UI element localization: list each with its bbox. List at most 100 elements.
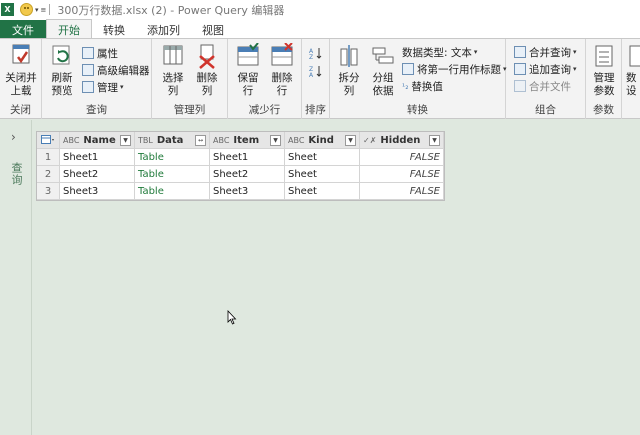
text-type-icon[interactable]: ABC — [213, 136, 229, 145]
replace-values-icon: ¹₂ — [402, 81, 409, 91]
transform-group: 拆分 列 分组 依据 数据类型: 文本 ▾ 将第一行用作标题 ▾ ¹₂ 替换值 … — [330, 39, 507, 119]
text-type-icon[interactable]: ABC — [63, 136, 79, 145]
tab-transform[interactable]: 转换 — [92, 20, 136, 39]
tab-add-column[interactable]: 添加列 — [136, 20, 191, 39]
cell-data-table-link[interactable]: Table — [135, 183, 210, 200]
column-header-label: Item — [233, 134, 260, 146]
excel-icon[interactable]: X — [1, 3, 14, 16]
grid-header-row: ABC Name ▼ TBL Data ↔ ABC Item ▼ ABC Kin… — [37, 132, 444, 149]
split-column-button[interactable]: 拆分 列 — [334, 43, 364, 98]
append-queries-button[interactable]: 追加查询 ▾ — [514, 61, 577, 77]
cell-kind[interactable]: Sheet — [285, 149, 360, 166]
cell-kind[interactable]: Sheet — [285, 183, 360, 200]
filter-dropdown-icon[interactable]: ▼ — [270, 134, 281, 146]
tab-view[interactable]: 视图 — [191, 20, 235, 39]
chevron-down-icon: ▾ — [473, 48, 478, 56]
combine-group-label: 组合 — [535, 104, 556, 116]
remove-rows-button[interactable]: 删除 行 — [267, 42, 297, 98]
close-and-load-label: 关闭并 上载 — [5, 72, 37, 97]
tab-home[interactable]: 开始 — [46, 19, 92, 39]
row-number[interactable]: 1 — [37, 149, 60, 166]
manage-parameters-label: 管理 参数 — [593, 72, 615, 97]
column-header-label: Hidden — [380, 134, 421, 146]
split-column-label: 拆分 列 — [338, 72, 360, 97]
column-header-item[interactable]: ABC Item ▼ — [210, 132, 285, 149]
table-row[interactable]: 3 Sheet3 Table Sheet3 Sheet FALSE — [37, 183, 444, 200]
sort-descending-button[interactable]: ZA — [309, 63, 323, 79]
advanced-editor-button[interactable]: 高级编辑器 — [82, 62, 150, 78]
table-row[interactable]: 1 Sheet1 Table Sheet1 Sheet FALSE — [37, 149, 444, 166]
manage-icon — [82, 81, 94, 93]
manage-parameters-button[interactable]: 管理 参数 — [589, 43, 619, 98]
cell-hidden[interactable]: FALSE — [360, 183, 444, 200]
filter-dropdown-icon[interactable]: ▼ — [345, 134, 356, 146]
smiley-feedback-icon[interactable] — [20, 3, 33, 16]
table-corner-menu[interactable] — [37, 132, 60, 149]
replace-values-button[interactable]: ¹₂ 替换值 — [402, 78, 443, 94]
first-row-header-button[interactable]: 将第一行用作标题 ▾ — [402, 61, 507, 77]
manage-button[interactable]: 管理 ▾ — [82, 79, 124, 95]
manage-columns-group-label: 管理列 — [173, 104, 206, 116]
table-row[interactable]: 2 Sheet2 Table Sheet2 Sheet FALSE — [37, 166, 444, 183]
query-group: 刷新 预览 属性 高级编辑器 管理 ▾ 查询 — [42, 39, 152, 119]
cell-name[interactable]: Sheet1 — [60, 149, 135, 166]
customize-qat-icon[interactable]: ≡ — [41, 6, 47, 14]
row-number[interactable]: 2 — [37, 166, 60, 183]
choose-columns-button[interactable]: 选择 列 — [158, 43, 188, 98]
column-header-data[interactable]: TBL Data ↔ — [135, 132, 210, 149]
qat-dropdown-icon[interactable]: ▾ — [35, 6, 39, 14]
remove-columns-button[interactable]: 删除 列 — [192, 43, 222, 98]
expand-column-icon[interactable]: ↔ — [195, 134, 206, 146]
properties-button[interactable]: 属性 — [82, 45, 118, 61]
merge-queries-button[interactable]: 合并查询 ▾ — [514, 44, 577, 60]
parameters-group-label: 参数 — [593, 104, 614, 116]
table-type-icon[interactable]: TBL — [138, 136, 153, 145]
cell-hidden[interactable]: FALSE — [360, 166, 444, 183]
expand-chevron-icon[interactable]: › — [11, 130, 16, 144]
keep-rows-label: 保留 行 — [237, 72, 259, 97]
tab-file[interactable]: 文件 — [0, 20, 46, 39]
sort-ascending-button[interactable]: AZ — [309, 45, 323, 61]
logical-type-icon[interactable]: ✓✗ — [363, 136, 376, 145]
combine-group: 合并查询 ▾ 追加查询 ▾ 合并文件 组合 — [506, 39, 586, 119]
column-header-name[interactable]: ABC Name ▼ — [60, 132, 135, 149]
close-and-load-button[interactable]: 关闭并 上载 — [4, 43, 38, 98]
column-header-hidden[interactable]: ✓✗ Hidden ▼ — [360, 132, 444, 149]
cell-data-table-link[interactable]: Table — [135, 149, 210, 166]
filter-dropdown-icon[interactable]: ▼ — [429, 134, 440, 146]
datasource-label: 数 设 — [626, 72, 637, 97]
cell-name[interactable]: Sheet3 — [60, 183, 135, 200]
keep-rows-button[interactable]: 保留 行 — [233, 42, 263, 98]
combine-files-button[interactable]: 合并文件 — [514, 78, 571, 94]
window-title: 300万行数据.xlsx (2) - Power Query 编辑器 — [57, 3, 285, 17]
refresh-preview-button[interactable]: 刷新 预览 — [46, 43, 78, 98]
datasource-icon — [626, 43, 640, 69]
group-by-label: 分组 依据 — [372, 72, 394, 97]
refresh-preview-label: 刷新 预览 — [51, 72, 73, 97]
cell-hidden[interactable]: FALSE — [360, 149, 444, 166]
column-header-kind[interactable]: ABC Kind ▼ — [285, 132, 360, 149]
replace-values-label: 替换值 — [411, 80, 443, 93]
cell-data-table-link[interactable]: Table — [135, 166, 210, 183]
datasource-settings-button[interactable]: 数 设 — [626, 43, 640, 98]
table-header-icon — [402, 63, 414, 75]
close-load-icon — [9, 43, 33, 69]
text-type-icon[interactable]: ABC — [288, 136, 304, 145]
cell-kind[interactable]: Sheet — [285, 166, 360, 183]
first-row-header-label: 将第一行用作标题 — [417, 63, 501, 76]
cell-item[interactable]: Sheet2 — [210, 166, 285, 183]
filter-dropdown-icon[interactable]: ▼ — [120, 134, 131, 146]
close-group: 关闭并 上载 关闭 — [0, 39, 42, 119]
cell-item[interactable]: Sheet3 — [210, 183, 285, 200]
svg-text:A: A — [309, 72, 314, 78]
data-type-dropdown[interactable]: 数据类型: 文本 ▾ — [402, 44, 477, 60]
combine-files-icon — [514, 80, 526, 92]
queries-pane-label[interactable]: 查询 — [8, 162, 24, 186]
row-number[interactable]: 3 — [37, 183, 60, 200]
cell-name[interactable]: Sheet2 — [60, 166, 135, 183]
properties-icon — [82, 47, 94, 59]
group-by-button[interactable]: 分组 依据 — [368, 43, 398, 98]
properties-label: 属性 — [97, 47, 118, 60]
cell-item[interactable]: Sheet1 — [210, 149, 285, 166]
table-icon — [41, 135, 54, 144]
